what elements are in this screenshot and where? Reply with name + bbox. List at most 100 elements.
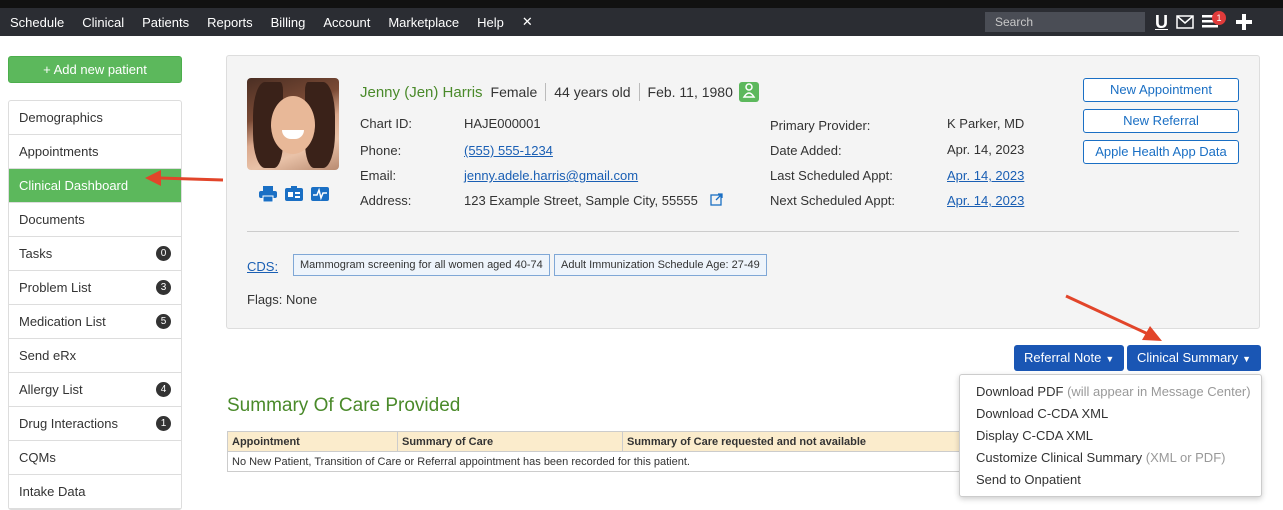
address-value: 123 Example Street, Sample City, 55555 (464, 193, 723, 208)
primary-provider-label: Primary Provider: (770, 118, 871, 133)
plus-icon[interactable] (1236, 14, 1252, 30)
divider (545, 83, 547, 101)
search-input[interactable]: Search (985, 12, 1145, 32)
sidebar-item-label: Send eRx (19, 348, 77, 363)
sidebar-item-medication-list[interactable]: Medication List 5 (9, 305, 181, 339)
nav-patients[interactable]: Patients (142, 15, 189, 30)
last-appt-link[interactable]: Apr. 14, 2023 (947, 168, 1024, 183)
clinical-summary-label: Clinical Summary (1137, 350, 1239, 365)
main-nav: Schedule Clinical Patients Reports Billi… (10, 8, 551, 36)
column-header: Appointment (227, 431, 398, 452)
sidebar-item-label: CQMs (19, 450, 56, 465)
cds-tag[interactable]: Adult Immunization Schedule Age: 27-49 (554, 254, 767, 276)
top-navbar: Schedule Clinical Patients Reports Billi… (0, 0, 1283, 36)
summary-of-care-table: Appointment Summary of Care Summary of C… (227, 431, 1007, 472)
menu-icon[interactable]: 1 (1202, 10, 1226, 31)
sidebar-item-label: Documents (19, 212, 85, 227)
phone-link[interactable]: (555) 555-1234 (464, 143, 553, 158)
summary-of-care-title: Summary Of Care Provided (227, 395, 461, 416)
sidebar-item-allergy-list[interactable]: Allergy List 4 (9, 373, 181, 407)
column-header: Summary of Care (397, 431, 623, 452)
new-referral-button[interactable]: New Referral (1083, 109, 1239, 133)
patient-header: Jenny (Jen) Harris Female 44 years old F… (360, 82, 759, 102)
sidebar-item-label: Allergy List (19, 382, 83, 397)
cds-tag[interactable]: Mammogram screening for all women aged 4… (293, 254, 550, 276)
sidebar-item-documents[interactable]: Documents (9, 203, 181, 237)
phone-label: Phone: (360, 143, 402, 158)
nav-help[interactable]: Help (477, 15, 504, 30)
sidebar-item-intake-data[interactable]: Intake Data (9, 475, 181, 509)
sidebar-item-appointments[interactable]: Appointments (9, 135, 181, 169)
close-nav-icon[interactable]: ✕ (522, 14, 533, 30)
sidebar-item-label: Medication List (19, 314, 106, 329)
sidebar-item-cqms[interactable]: CQMs (9, 441, 181, 475)
add-new-patient-button[interactable]: + Add new patient (8, 56, 182, 83)
flags-value: None (286, 292, 318, 307)
sidebar-item-label: Tasks (19, 246, 53, 261)
patient-quick-icons (259, 186, 329, 202)
caret-down-icon: ▼ (1105, 354, 1115, 364)
patient-card: Jenny (Jen) Harris Female 44 years old F… (226, 55, 1260, 329)
email-link[interactable]: jenny.adele.harris@gmail.com (464, 168, 638, 183)
clinical-summary-button[interactable]: Clinical Summary ▼ (1127, 345, 1262, 371)
apple-health-button[interactable]: Apple Health App Data (1083, 140, 1239, 164)
count-badge: 3 (156, 280, 171, 295)
chart-id-label: Chart ID: (360, 116, 413, 131)
sidebar-item-label: Drug Interactions (19, 416, 118, 431)
date-added-label: Date Added: (770, 143, 842, 158)
id-card-icon[interactable] (285, 186, 303, 202)
sidebar-item-label: Appointments (19, 144, 99, 159)
annotation-arrow-icon (145, 170, 224, 186)
print-icon[interactable] (259, 186, 277, 202)
new-appointment-button[interactable]: New Appointment (1083, 78, 1239, 102)
count-badge: 1 (156, 416, 171, 431)
chart-id-value: HAJE000001 (464, 116, 541, 131)
flags-label: Flags: (247, 292, 283, 307)
menu-item-send-onpatient[interactable]: Send to Onpatient (960, 470, 1261, 492)
mail-icon[interactable] (1176, 15, 1194, 29)
menu-item-download-ccda[interactable]: Download C-CDA XML (960, 404, 1261, 426)
sidebar-item-drug-interactions[interactable]: Drug Interactions 1 (9, 407, 181, 441)
annotation-arrow-icon (1065, 294, 1162, 341)
referral-note-button[interactable]: Referral Note ▼ (1014, 345, 1125, 371)
divider (638, 83, 640, 101)
menu-item-download-pdf[interactable]: Download PDF (will appear in Message Cen… (960, 382, 1261, 404)
sidebar-nav: Demographics Appointments Clinical Dashb… (8, 100, 182, 510)
nav-clinical[interactable]: Clinical (82, 15, 124, 30)
primary-provider-value: K Parker, MD (947, 116, 1025, 131)
count-badge: 5 (156, 314, 171, 329)
person-icon[interactable] (738, 82, 759, 102)
next-appt-link[interactable]: Apr. 14, 2023 (947, 193, 1024, 208)
card-divider (247, 231, 1239, 232)
cds-link[interactable]: CDS: (247, 259, 278, 274)
patient-name[interactable]: Jenny (Jen) Harris (360, 84, 483, 101)
vitals-icon[interactable] (311, 186, 329, 202)
external-link-icon[interactable] (709, 193, 723, 206)
column-header: Summary of Care requested and not availa… (622, 431, 1007, 452)
address-label: Address: (360, 193, 412, 208)
patient-photo (247, 78, 339, 170)
menu-item-display-ccda[interactable]: Display C-CDA XML (960, 426, 1261, 448)
patient-gender: Female (490, 84, 538, 100)
sidebar-item-demographics[interactable]: Demographics (9, 101, 181, 135)
menu-item-label: Customize Clinical Summary (976, 450, 1143, 465)
nav-marketplace[interactable]: Marketplace (388, 15, 459, 30)
empty-message: No New Patient, Transition of Care or Re… (227, 451, 1007, 472)
sidebar-item-problem-list[interactable]: Problem List 3 (9, 271, 181, 305)
nav-schedule[interactable]: Schedule (10, 15, 64, 30)
sidebar-item-label: Demographics (19, 110, 103, 125)
nav-reports[interactable]: Reports (207, 15, 253, 30)
email-label: Email: (360, 168, 397, 183)
address-text: 123 Example Street, Sample City, 55555 (464, 193, 698, 208)
caret-down-icon: ▼ (1242, 354, 1252, 364)
flags-row: Flags: None (247, 292, 317, 307)
sidebar-item-tasks[interactable]: Tasks 0 (9, 237, 181, 271)
nav-billing[interactable]: Billing (271, 15, 306, 30)
sidebar-item-label: Clinical Dashboard (19, 178, 129, 193)
sidebar-item-label: Problem List (19, 280, 92, 295)
u-logo-icon[interactable]: U (1155, 12, 1168, 33)
nav-account[interactable]: Account (323, 15, 370, 30)
referral-note-label: Referral Note (1024, 350, 1102, 365)
sidebar-item-send-erx[interactable]: Send eRx (9, 339, 181, 373)
menu-item-customize[interactable]: Customize Clinical Summary (XML or PDF) (960, 448, 1261, 470)
